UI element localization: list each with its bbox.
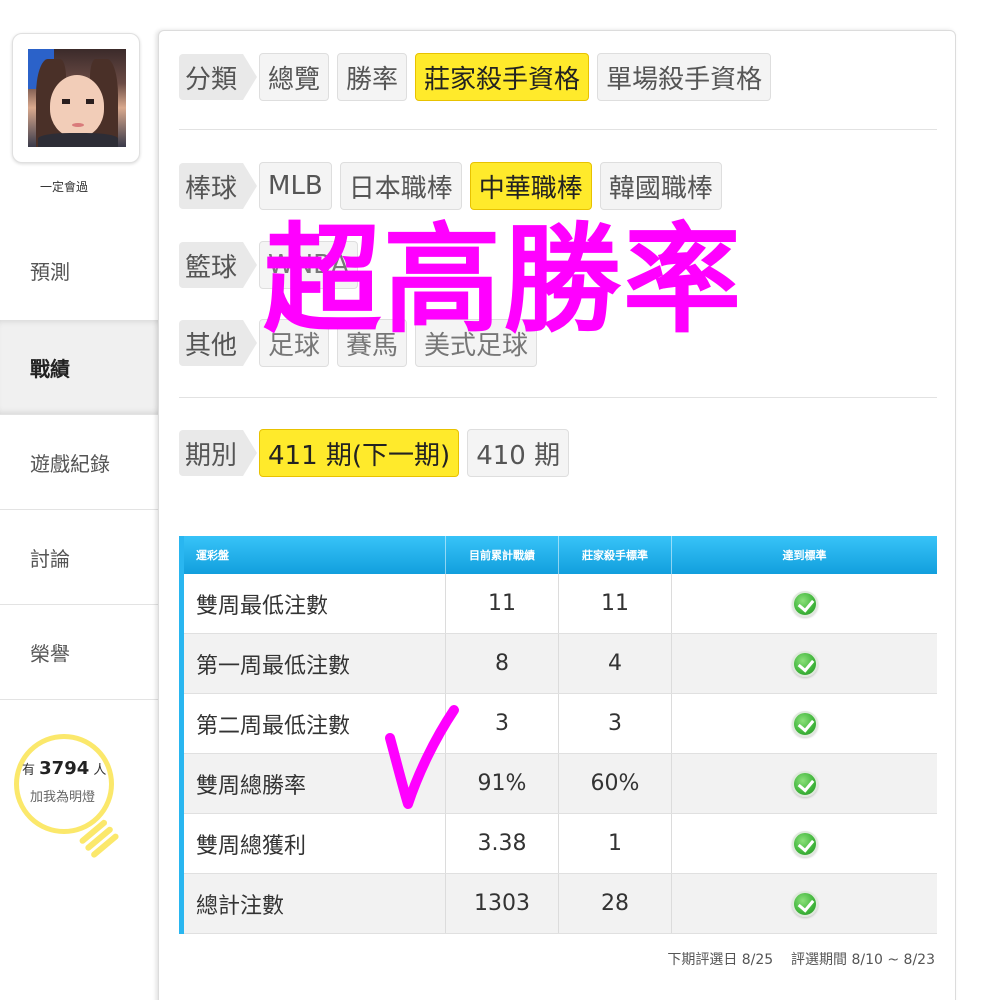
baseball-chip-npb[interactable]: 日本職棒 [339,162,462,210]
fans-count: 有 3794 人 [22,758,107,779]
row-standard: 60% [559,754,672,813]
baseball-chip-mlb[interactable]: MLB [259,162,332,210]
sidebar-item-record[interactable]: 戰績 [0,320,158,415]
other-label: 其他 [179,320,258,366]
overlay-high-winrate-text: 超高勝率 [263,211,744,349]
baseball-chip-cpbl[interactable]: 中華職棒 [469,162,592,210]
table-header-cell: 運彩盤 [184,536,446,574]
check-icon [791,710,818,737]
avatar[interactable] [28,49,126,147]
row-name: 總計注數 [184,874,446,933]
evaluation-footnote: 下期評選日 8/25 評選期間 8/10 ~ 8/23 [667,952,935,968]
table-header-cell: 莊家殺手標準 [559,536,672,574]
category-chip-banker-killer[interactable]: 莊家殺手資格 [415,53,590,101]
row-standard: 1 [559,814,672,873]
qualification-table: 運彩盤 目前累計戰績 莊家殺手標準 達到標準 雙周最低注數 11 11 第一周最… [179,536,937,934]
row-name: 第一周最低注數 [184,634,446,693]
row-name: 雙周最低注數 [184,574,446,633]
sidebar-item-honor[interactable]: 榮譽 [0,605,158,700]
table-row: 總計注數 1303 28 [184,874,937,934]
baseball-label: 棒球 [179,163,258,209]
table-row: 雙周總獲利 3.38 1 [184,814,937,874]
period-chip-next[interactable]: 411 期(下一期) [259,429,460,477]
main-panel: 分類 總覽 勝率 莊家殺手資格 單場殺手資格 棒球 MLB 日本職棒 中華職棒 … [158,30,956,1000]
period-chip-410[interactable]: 410 期 [467,429,570,477]
category-chip-winrate[interactable]: 勝率 [337,53,408,101]
period-label: 期別 [179,430,258,476]
check-icon [791,590,818,617]
avatar-frame[interactable] [12,33,140,163]
check-icon [791,770,818,797]
category-label: 分類 [179,54,258,100]
check-icon [791,650,818,677]
row-current: 3.38 [446,814,559,873]
row-current: 91% [446,754,559,813]
table-row: 雙周最低注數 11 11 [184,574,937,634]
row-standard: 11 [559,574,672,633]
table-header: 運彩盤 目前累計戰績 莊家殺手標準 達到標準 [184,536,937,574]
check-icon [791,830,818,857]
row-standard: 28 [559,874,672,933]
table-header-cell: 達到標準 [782,549,827,562]
follow-bulb[interactable]: 有 3794 人 加我為明燈 [14,734,120,864]
category-chip-overview[interactable]: 總覽 [259,53,330,101]
table-row: 雙周總勝率 91% 60% [184,754,937,814]
row-standard: 4 [559,634,672,693]
row-standard: 3 [559,694,672,753]
check-icon [791,890,818,917]
table-header-cell: 目前累計戰績 [446,536,559,574]
basketball-label: 籃球 [179,242,258,288]
divider [179,397,937,398]
row-name: 雙周總獲利 [184,814,446,873]
table-row: 第二周最低注數 3 3 [184,694,937,754]
category-filter-row: 分類 總覽 勝率 莊家殺手資格 單場殺手資格 [179,53,779,101]
row-current: 3 [446,694,559,753]
row-current: 8 [446,634,559,693]
category-chip-single-killer[interactable]: 單場殺手資格 [597,53,772,101]
baseball-chip-kbo[interactable]: 韓國職棒 [599,162,722,210]
sidebar-item-discussion[interactable]: 討論 [0,510,158,605]
period-filter-row: 期別 411 期(下一期) 410 期 [179,429,577,477]
username[interactable]: 一定會過 [0,178,128,195]
lightbulb-icon [14,734,114,834]
sidebar: 一定會過 預測 戰績 遊戲紀錄 討論 榮譽 有 3794 人 加我為明燈 [0,0,158,1000]
row-current: 1303 [446,874,559,933]
baseball-filter-row: 棒球 MLB 日本職棒 中華職棒 韓國職棒 [179,162,730,210]
row-current: 11 [446,574,559,633]
divider [179,129,937,130]
sidebar-item-game-log[interactable]: 遊戲紀錄 [0,415,158,510]
sidebar-item-predict[interactable]: 預測 [0,223,158,318]
table-row: 第一周最低注數 8 4 [184,634,937,694]
follow-cta[interactable]: 加我為明燈 [30,786,95,805]
handwritten-check-icon [385,705,459,809]
